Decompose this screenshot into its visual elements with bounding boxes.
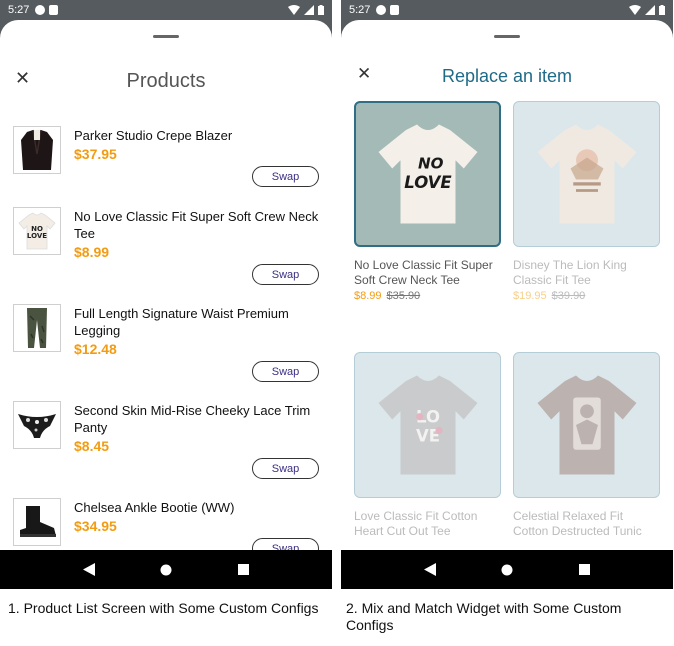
product-name: Chelsea Ankle Bootie (WW)	[74, 500, 235, 515]
replacement-card[interactable]: Disney The Lion King Classic Fit Tee $19…	[513, 101, 660, 302]
back-icon[interactable]	[418, 558, 442, 582]
svg-text:LOVE: LOVE	[404, 173, 452, 192]
tshirt-icon[interactable]	[513, 101, 660, 247]
swap-button[interactable]: Swap	[252, 538, 319, 550]
legging-icon[interactable]	[13, 304, 61, 352]
status-bar: 5:27	[341, 0, 673, 20]
product-name: Full Length Signature Waist Premium Legg…	[74, 306, 289, 338]
list-item: Second Skin Mid-Rise Cheeky Lace Trim Pa…	[13, 401, 319, 479]
panty-icon[interactable]	[13, 401, 61, 449]
product-price: $37.95	[74, 146, 117, 162]
product-name: Parker Studio Crepe Blazer	[74, 128, 233, 143]
blazer-icon[interactable]	[13, 126, 61, 174]
original-price: $35.90	[386, 290, 421, 302]
swap-button[interactable]: Swap	[252, 166, 319, 187]
drag-handle[interactable]	[153, 35, 179, 38]
list-item: Chelsea Ankle Bootie (WW) $34.95 Swap	[13, 498, 319, 550]
recents-icon[interactable]	[572, 558, 596, 582]
swap-button[interactable]: Swap	[252, 458, 319, 479]
item-title: No Love Classic Fit Super Soft Crew Neck…	[354, 258, 493, 287]
navigation-bar	[341, 550, 673, 589]
replacement-card[interactable]: NO LOVE No Love Classic Fit Super Soft C…	[354, 101, 501, 302]
sd-card-icon	[390, 5, 400, 15]
bottom-sheet: ✕ Replace an item NO LOVE No Love Classi…	[341, 20, 673, 550]
notification-icon	[376, 5, 387, 15]
page-title: Products	[126, 70, 206, 92]
signal-icon	[304, 5, 314, 15]
swap-button[interactable]: Swap	[252, 264, 319, 285]
original-price: $39.90	[551, 290, 586, 302]
back-icon[interactable]	[77, 558, 101, 582]
phone-mix-and-match: 5:27 ✕ Replace an item NO LOVE No Love C…	[341, 0, 673, 589]
list-item: Parker Studio Crepe Blazer $37.95 Swap	[13, 126, 319, 187]
wifi-icon	[629, 5, 641, 15]
list-item: Full Length Signature Waist Premium Legg…	[13, 304, 319, 382]
product-price: $8.45	[74, 438, 110, 454]
page-title: Replace an item	[441, 66, 573, 86]
product-price: $8.99	[74, 244, 110, 260]
tshirt-icon[interactable]	[513, 352, 660, 498]
caption-mix-and-match: 2. Mix and Match Widget with Some Custom…	[346, 600, 622, 633]
item-prices: $8.99 $35.90	[354, 290, 501, 302]
product-price: $34.95	[74, 518, 117, 534]
replacement-card[interactable]: LO VE Love Classic Fit Cotton Heart Cut …	[354, 352, 501, 539]
drag-handle[interactable]	[494, 35, 520, 38]
wifi-icon	[288, 5, 300, 15]
list-item: NO LOVE No Love Classic Fit Super Soft C…	[13, 207, 319, 285]
home-icon[interactable]	[154, 558, 178, 582]
recents-icon[interactable]	[231, 558, 255, 582]
svg-text:NO: NO	[418, 155, 444, 173]
notification-icon	[35, 5, 46, 15]
battery-icon	[659, 5, 665, 15]
tshirt-icon[interactable]: LO VE	[354, 352, 501, 498]
product-price: $12.48	[74, 341, 117, 357]
replacement-card[interactable]: Celestial Relaxed Fit Cotton Destructed …	[513, 352, 660, 539]
item-title: Disney The Lion King Classic Fit Tee	[513, 258, 627, 287]
svg-text:LOVE: LOVE	[27, 232, 47, 240]
bottom-sheet: ✕ Products Parker Studio Crepe Blazer $3…	[0, 20, 332, 550]
battery-icon	[318, 5, 324, 15]
status-bar: 5:27	[0, 0, 332, 20]
sale-price: $19.95	[513, 290, 547, 302]
status-time: 5:27	[8, 4, 30, 16]
home-icon[interactable]	[495, 558, 519, 582]
sale-price: $8.99	[354, 290, 382, 302]
phone-product-list: 5:27 ✕ Products Parker Studio Crepe Blaz…	[0, 0, 332, 589]
swap-button[interactable]: Swap	[252, 361, 319, 382]
product-name: No Love Classic Fit Super Soft Crew Neck…	[74, 209, 319, 241]
item-prices: $19.95 $39.90	[513, 290, 660, 302]
tshirt-icon[interactable]: NO LOVE	[13, 207, 61, 255]
item-title: Love Classic Fit Cotton Heart Cut Out Te…	[354, 509, 478, 538]
item-title: Celestial Relaxed Fit Cotton Destructed …	[513, 509, 642, 538]
tshirt-icon[interactable]: NO LOVE	[354, 101, 501, 247]
bootie-icon[interactable]	[13, 498, 61, 546]
navigation-bar	[0, 550, 332, 589]
caption-product-list: 1. Product List Screen with Some Custom …	[8, 600, 319, 616]
product-name: Second Skin Mid-Rise Cheeky Lace Trim Pa…	[74, 403, 311, 435]
sd-card-icon	[49, 5, 59, 15]
signal-icon	[645, 5, 655, 15]
status-time: 5:27	[349, 4, 371, 16]
